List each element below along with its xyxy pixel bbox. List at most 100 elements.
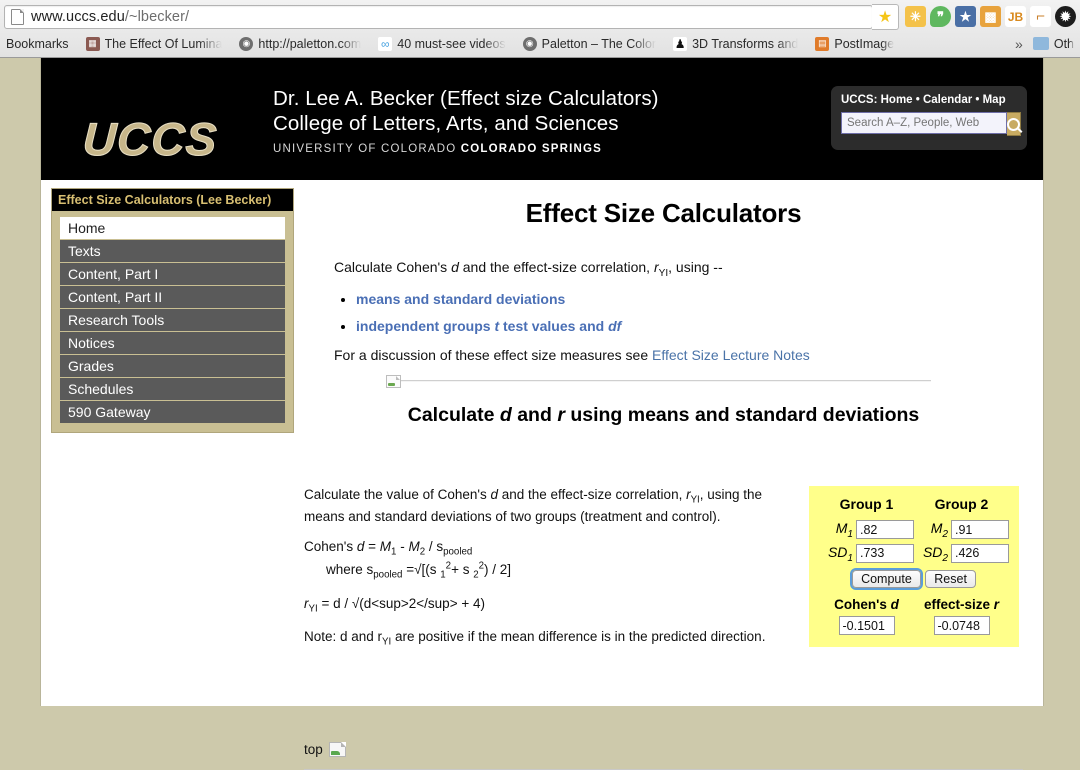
cohens-d-label-a: Cohen's xyxy=(834,597,891,613)
sidebar-item-texts[interactable]: Texts xyxy=(60,240,285,263)
results-value-row xyxy=(819,614,1009,637)
formula-m2: M xyxy=(408,539,420,555)
jb-extension-icon[interactable]: JB xyxy=(1005,6,1026,27)
sidebar-item-schedules[interactable]: Schedules xyxy=(60,378,285,401)
sidebar-item-notices[interactable]: Notices xyxy=(60,332,285,355)
star-extension-icon[interactable]: ★ xyxy=(955,6,976,27)
sidebar-title: Effect Size Calculators (Lee Becker) xyxy=(52,189,293,211)
puzzle-extension-icon[interactable]: ✳ xyxy=(905,6,926,27)
bookmark-item[interactable]: ◉ Paletton – The Color xyxy=(522,36,657,51)
sidebar-item-content-part-ii[interactable]: Content, Part II xyxy=(60,286,285,309)
section-title: Calculate d and r using means and standa… xyxy=(296,404,1031,427)
intro-r-sub: YI xyxy=(658,267,669,279)
bookmark-label: 40 must-see videos xyxy=(397,36,506,51)
bookmark-label: The Effect Of Lumina xyxy=(104,36,223,51)
formula-minus: - xyxy=(396,539,409,555)
compute-button[interactable]: Compute xyxy=(850,568,923,591)
formula-and-calculator: Calculate the value of Cohen's d and the… xyxy=(296,485,1031,650)
cohens-d-label-i: d xyxy=(890,597,899,613)
document-icon xyxy=(11,8,24,25)
url-path: /~lbecker/ xyxy=(124,8,190,25)
intro-d: d xyxy=(451,259,459,275)
buttons-cell: Compute Reset xyxy=(819,565,1009,591)
settings-gear-icon[interactable]: ✹ xyxy=(1055,6,1076,27)
sidebar-item-home[interactable]: Home xyxy=(60,217,285,240)
extension-toolbar: ✳ ❞ ★ ▩ JB ⌐ ✹ xyxy=(899,6,1076,27)
intro-pre: Calculate Cohen's xyxy=(334,259,452,275)
sidebar-item-content-part-i[interactable]: Content, Part I xyxy=(60,263,285,286)
calculator-table: Group 1 Group 2 M1 M2 SD1 SD2 xyxy=(819,494,1009,638)
globe-pin-icon: ◉ xyxy=(522,36,537,51)
formula-r-sub: YI xyxy=(308,603,318,615)
top-link[interactable]: top xyxy=(304,742,323,757)
m2-label: M2 xyxy=(914,518,951,542)
link-means-and-sd[interactable]: means and standard deviations xyxy=(356,291,565,307)
ruler-extension-icon[interactable]: ⌐ xyxy=(1030,6,1051,27)
sd2-input[interactable] xyxy=(951,543,1009,563)
formula-where: where s xyxy=(326,562,374,578)
m2-label-text: M xyxy=(930,519,943,536)
page-title: Effect Size Calculators xyxy=(525,198,802,228)
formula-where-sub: pooled xyxy=(373,570,403,582)
bookmark-star-button[interactable]: ★ xyxy=(872,3,899,30)
hangouts-icon[interactable]: ❞ xyxy=(930,6,951,27)
link-groups-df: df xyxy=(608,318,622,335)
address-bar[interactable]: www.uccs.edu/~lbecker/ xyxy=(4,4,873,29)
effect-r-label-a: effect-size xyxy=(923,597,994,613)
sidebar-item-grades[interactable]: Grades xyxy=(60,355,285,378)
m1-input[interactable] xyxy=(856,520,914,540)
boxes-extension-icon[interactable]: ▩ xyxy=(980,6,1001,27)
calculator-header-row: Group 1 Group 2 xyxy=(819,494,1009,518)
section-title-c: using means and standard deviations xyxy=(564,403,920,426)
m2-input[interactable] xyxy=(951,520,1009,540)
bookmark-item[interactable]: ◉ http://paletton.com xyxy=(239,36,361,51)
divider xyxy=(386,379,931,382)
formula-where-line: where spooled =√[(s 12+ s 22) / 2] xyxy=(326,561,512,581)
sidebar-item-590-gateway[interactable]: 590 Gateway xyxy=(60,401,285,424)
explain-p1-d: d xyxy=(490,486,498,502)
sd1-label-text: SD xyxy=(827,543,848,560)
bookmarks-menu[interactable]: Bookmarks xyxy=(6,37,69,51)
bookmark-item[interactable]: ♟ 3D Transforms and xyxy=(673,36,798,51)
uccs-logo-text: UCCS xyxy=(81,113,219,166)
explain-p1-a: Calculate the value of Cohen's xyxy=(304,486,491,502)
other-bookmarks-folder[interactable]: Oth xyxy=(1032,36,1074,51)
overflow-chevron-icon[interactable]: » xyxy=(1015,36,1033,52)
grid-icon: ▦ xyxy=(85,36,100,51)
explain-paragraph-1: Calculate the value of Cohen's d and the… xyxy=(304,485,804,527)
link-lecture-notes[interactable]: Effect Size Lecture Notes xyxy=(652,347,810,363)
button-row: Compute Reset xyxy=(819,565,1009,591)
bookmark-item[interactable]: ▦ The Effect Of Lumina xyxy=(85,36,223,51)
folder-icon xyxy=(1032,36,1049,50)
bookmark-item[interactable]: ▤ PostImage xyxy=(815,36,894,51)
link-independent-groups[interactable]: independent groups t test values and df xyxy=(356,318,621,334)
results-label-row: Cohen's d effect-size r xyxy=(819,590,1009,614)
calculator-links: means and standard deviations independen… xyxy=(356,291,1031,334)
sidebar-item-research-tools[interactable]: Research Tools xyxy=(60,309,285,332)
link-groups-b: test values and xyxy=(499,318,609,335)
m1-label-sub: 1 xyxy=(847,528,853,540)
broken-image-icon xyxy=(328,741,346,757)
sd2-label-text: SD xyxy=(922,543,943,560)
reset-button[interactable]: Reset xyxy=(925,570,976,589)
section-title-a: Calculate xyxy=(407,403,500,426)
formula-where-c: ) / 2] xyxy=(484,562,512,578)
effect-r-output[interactable] xyxy=(933,616,990,636)
cohens-d-output[interactable] xyxy=(838,616,895,636)
bookmark-label: Paletton – The Color xyxy=(541,36,657,51)
search-input[interactable] xyxy=(841,112,1007,134)
url-text: www.uccs.edu/~lbecker/ xyxy=(31,9,189,25)
sd1-label: SD1 xyxy=(819,542,856,566)
banner-subtitle: UNIVERSITY OF COLORADO COLORADO SPRINGS xyxy=(273,143,659,155)
divider-wrapper xyxy=(386,374,931,388)
bookmarks-bar: Bookmarks ▦ The Effect Of Lumina ◉ http:… xyxy=(0,30,1080,57)
search-button[interactable] xyxy=(1007,112,1021,136)
m1-cell xyxy=(856,518,914,542)
banner-title-block: Dr. Lee A. Becker (Effect size Calculato… xyxy=(273,86,659,155)
sd1-input[interactable] xyxy=(856,543,914,563)
cohens-d-label: Cohen's d xyxy=(819,590,914,614)
bookmark-item[interactable]: ∞ 40 must-see videos xyxy=(378,36,506,51)
m1-label: M1 xyxy=(819,518,856,542)
intro-mid: and the effect-size correlation, xyxy=(458,259,654,275)
uccs-quick-links[interactable]: UCCS: Home • Calendar • Map xyxy=(841,94,1017,106)
